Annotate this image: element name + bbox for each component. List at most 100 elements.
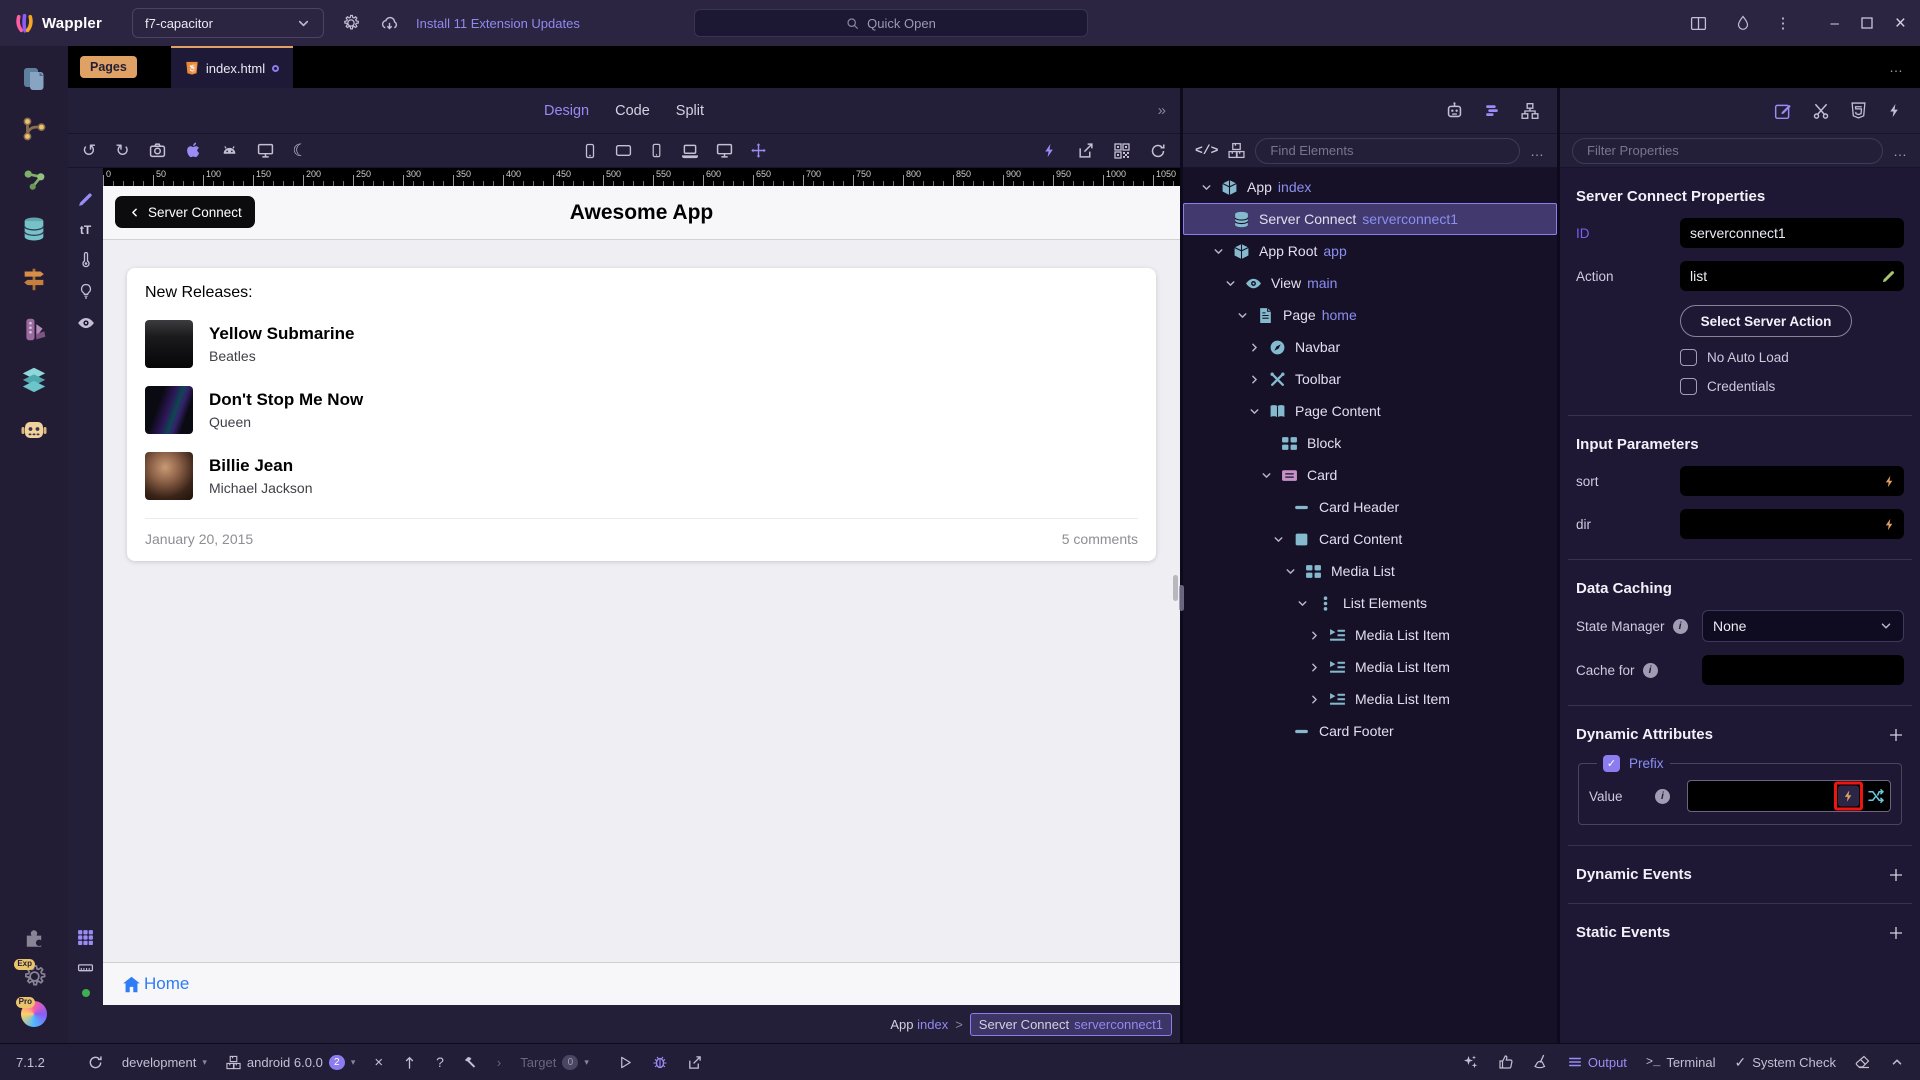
device-tablet-landscape-icon[interactable] (615, 142, 632, 159)
sidebar-item-connections[interactable] (0, 154, 68, 204)
app-preview-canvas[interactable]: Server Connect Awesome App New Releases:… (103, 186, 1180, 1005)
refresh-icon[interactable] (1150, 143, 1166, 159)
tree-row-media-list-item-2[interactable]: Media List Item (1183, 651, 1557, 683)
clear-eraser-icon[interactable] (1855, 1054, 1871, 1070)
build-hammer-icon[interactable] (463, 1055, 478, 1070)
splitter-grip[interactable] (1179, 585, 1184, 611)
tabbar-more-button[interactable]: … (1889, 59, 1904, 75)
tree-row-navbar[interactable]: Navbar (1183, 331, 1557, 363)
edit-element-pencil-icon[interactable] (77, 191, 94, 208)
collapse-chevron-up-icon[interactable] (1890, 1055, 1904, 1069)
undo-icon[interactable]: ↺ (82, 142, 96, 159)
text-tool-icon[interactable]: tT (80, 223, 91, 237)
open-in-browser-icon[interactable] (1077, 142, 1094, 159)
tree-row-card-content[interactable]: Card Content (1183, 523, 1557, 555)
add-dynamic-event-button[interactable] (1888, 867, 1904, 883)
device-laptop-icon[interactable] (681, 142, 699, 160)
sidebar-item-extensions[interactable] (21, 919, 47, 957)
media-list-item[interactable]: Billie Jean Michael Jackson (145, 452, 1138, 500)
media-list-item[interactable]: Yellow Submarine Beatles (145, 320, 1138, 368)
sidebar-item-database[interactable] (0, 204, 68, 254)
dynamic-bolt-icon[interactable] (1887, 103, 1902, 118)
split-view-icon[interactable] (1688, 12, 1710, 34)
sidebar-item-routes[interactable] (0, 254, 68, 304)
extensions-cloud-icon[interactable] (378, 12, 400, 34)
device-phone-icon[interactable] (582, 143, 598, 159)
sync-button[interactable] (88, 1055, 103, 1070)
thermometer-icon[interactable] (78, 252, 94, 268)
lightbulb-icon[interactable] (78, 283, 94, 299)
environment-selector[interactable]: development ▾ (122, 1055, 207, 1070)
chevron-down-icon[interactable] (1211, 244, 1226, 259)
chevron-down-icon[interactable] (1259, 468, 1274, 483)
tree-row-view-main[interactable]: View main (1183, 267, 1557, 299)
info-icon[interactable]: i (1672, 618, 1688, 634)
chevron-down-icon[interactable] (1223, 276, 1238, 291)
tree-row-app-root[interactable]: App Root app (1183, 235, 1557, 267)
pages-badge[interactable]: Pages (80, 56, 137, 78)
tab-code[interactable]: Code (615, 103, 650, 119)
system-check-toggle[interactable]: ✓ System Check (1734, 1054, 1836, 1071)
sidebar-item-git[interactable] (0, 104, 68, 154)
feedback-thumbs-up-icon[interactable] (1498, 1054, 1514, 1070)
resize-move-icon[interactable] (750, 142, 767, 159)
close-button[interactable]: × (1895, 14, 1906, 33)
toggle-ruler-icon[interactable] (77, 959, 94, 976)
chevron-down-icon[interactable] (1199, 180, 1214, 195)
view-more-button[interactable]: » (1158, 102, 1166, 119)
info-icon[interactable]: i (1642, 662, 1658, 678)
kebab-menu-icon[interactable]: ⋮ (1776, 16, 1791, 31)
chevron-down-icon[interactable] (1235, 308, 1250, 323)
target-selector[interactable]: Target 0 ▾ (520, 1054, 589, 1070)
id-input[interactable] (1680, 218, 1904, 248)
breadcrumb-selected-node[interactable]: Server Connect serverconnect1 (969, 1012, 1172, 1036)
ai-sparkles-icon[interactable] (1463, 1054, 1479, 1070)
debug-bug-icon[interactable] (652, 1054, 668, 1070)
android-icon[interactable] (221, 142, 238, 159)
tree-row-toolbar[interactable]: Toolbar (1183, 363, 1557, 395)
breadcrumb-app[interactable]: App index (890, 1017, 948, 1032)
add-static-event-button[interactable] (1888, 925, 1904, 941)
prefix-checkbox-checked[interactable] (1603, 755, 1620, 772)
device-phone-small-icon[interactable] (649, 143, 664, 158)
cleanup-broom-icon[interactable] (1533, 1054, 1549, 1070)
find-elements-input[interactable] (1255, 137, 1520, 164)
open-external-icon[interactable] (687, 1055, 702, 1070)
props-more-button[interactable]: … (1893, 143, 1908, 159)
select-server-action-button[interactable]: Select Server Action (1680, 305, 1852, 337)
sidebar-item-ai-assistant[interactable] (0, 404, 68, 454)
filter-properties-input[interactable] (1572, 137, 1883, 164)
dir-input[interactable] (1680, 509, 1904, 539)
output-toggle[interactable]: Output (1568, 1055, 1627, 1070)
stop-close-icon[interactable]: × (374, 1055, 383, 1070)
help-icon[interactable]: ? (436, 1055, 444, 1069)
ios-apple-icon[interactable] (185, 142, 202, 159)
device-desktop-icon[interactable] (716, 142, 733, 159)
sidebar-item-pages[interactable] (0, 54, 68, 104)
tab-split[interactable]: Split (676, 103, 704, 119)
packages-icon[interactable] (1228, 142, 1245, 159)
preview-eye-icon[interactable] (77, 314, 95, 332)
checkbox-unchecked[interactable] (1680, 349, 1697, 366)
chevron-down-icon[interactable] (1247, 404, 1262, 419)
sort-input[interactable] (1680, 466, 1904, 496)
cut-scissors-icon[interactable] (1812, 102, 1830, 120)
action-input[interactable] (1680, 261, 1904, 291)
app-structure-icon[interactable] (1484, 102, 1501, 119)
tree-row-block[interactable]: Block (1183, 427, 1557, 459)
tree-row-media-list-item-1[interactable]: Media List Item (1183, 619, 1557, 651)
prefix-value-input[interactable] (1687, 780, 1891, 812)
run-play-icon[interactable] (618, 1055, 633, 1070)
code-view-icon[interactable]: </> (1195, 143, 1218, 158)
chevron-right-icon[interactable] (1247, 372, 1262, 387)
chevron-right-icon[interactable] (1307, 660, 1322, 675)
settings-gear-icon[interactable] (340, 12, 362, 34)
tree-more-button[interactable]: … (1530, 143, 1545, 159)
add-dynamic-attribute-button[interactable] (1888, 727, 1904, 743)
tree-row-app-index[interactable]: App index (1183, 171, 1557, 203)
theme-droplet-icon[interactable] (1732, 12, 1754, 34)
sidebar-item-experimental-settings[interactable]: Exp (14, 957, 47, 995)
bolt-icon[interactable] (1883, 475, 1896, 488)
sidebar-item-account-pro[interactable]: Pro (15, 995, 47, 1033)
dark-mode-moon-icon[interactable]: ☾ (293, 142, 308, 159)
